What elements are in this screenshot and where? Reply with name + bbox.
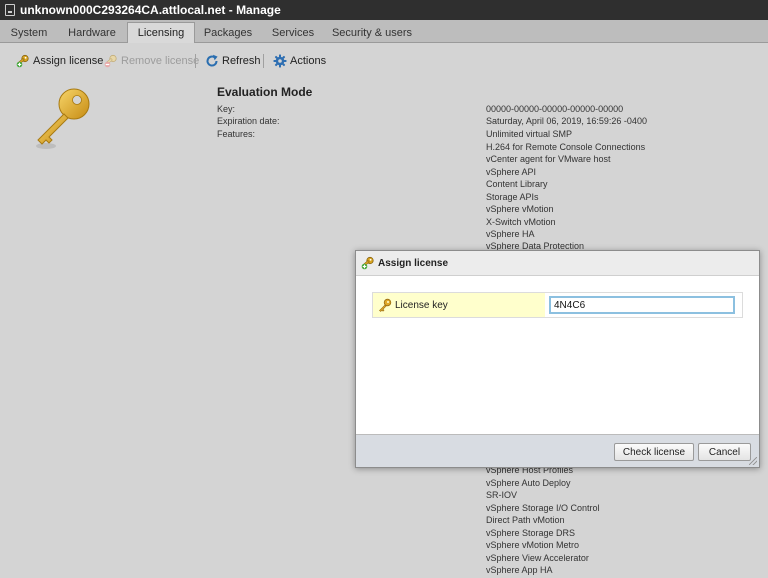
feature-item: vSphere Storage DRS bbox=[486, 528, 576, 538]
feature-item: Unlimited virtual SMP bbox=[486, 129, 573, 139]
assign-license-dialog: Assign license License key Check license… bbox=[355, 250, 760, 468]
dialog-body: License key bbox=[356, 276, 759, 434]
assign-license-label: Assign license bbox=[33, 55, 104, 67]
feature-item: vSphere API bbox=[486, 167, 537, 177]
feature-item: vSphere vMotion Metro bbox=[486, 540, 580, 550]
cancel-button[interactable]: Cancel bbox=[698, 443, 751, 461]
dialog-header: Assign license bbox=[356, 251, 759, 276]
feature-item: vSphere View Accelerator bbox=[486, 553, 589, 563]
features-label: Features: bbox=[217, 129, 256, 139]
feature-item: Content Library bbox=[486, 179, 548, 189]
expiration-value: Saturday, April 06, 2019, 16:59:26 -0400 bbox=[486, 116, 647, 126]
license-key-field-label: License key bbox=[373, 293, 545, 317]
remove-license-button[interactable]: Remove license bbox=[104, 54, 199, 68]
dialog-footer: Check license Cancel bbox=[356, 434, 759, 467]
tab-services[interactable]: Services bbox=[268, 24, 318, 42]
check-license-button[interactable]: Check license bbox=[614, 443, 694, 461]
gear-icon bbox=[273, 54, 287, 68]
feature-item: SR-IOV bbox=[486, 490, 518, 500]
feature-item: Storage APIs bbox=[486, 192, 539, 202]
license-key-value: 00000-00000-00000-00000-00000 bbox=[486, 104, 624, 114]
feature-item: vSphere vMotion bbox=[486, 204, 554, 214]
tab-security-users[interactable]: Security & users bbox=[330, 24, 414, 42]
tab-system[interactable]: System bbox=[4, 24, 54, 42]
dialog-title: Assign license bbox=[378, 257, 449, 269]
refresh-label: Refresh bbox=[222, 55, 261, 67]
host-icon bbox=[5, 4, 15, 16]
license-key-label-text: License key bbox=[395, 299, 448, 311]
key-add-icon bbox=[16, 54, 30, 68]
assign-license-button[interactable]: Assign license bbox=[16, 54, 103, 68]
feature-item: Direct Path vMotion bbox=[486, 515, 565, 525]
key-label: Key: bbox=[217, 104, 236, 114]
feature-item: vSphere HA bbox=[486, 229, 535, 239]
tab-packages[interactable]: Packages bbox=[200, 24, 256, 42]
license-key-input[interactable] bbox=[549, 296, 735, 314]
tab-hardware[interactable]: Hardware bbox=[62, 24, 122, 42]
feature-item: vSphere App HA bbox=[486, 565, 553, 575]
license-mode: Evaluation Mode bbox=[217, 85, 313, 99]
remove-license-label: Remove license bbox=[121, 55, 200, 67]
tab-licensing[interactable]: Licensing bbox=[127, 22, 195, 43]
window-title: unknown000C293264CA.attlocal.net - Manag… bbox=[20, 3, 281, 17]
toolbar-separator bbox=[195, 54, 196, 68]
license-key-icon bbox=[30, 86, 100, 156]
window-titlebar: unknown000C293264CA.attlocal.net - Manag… bbox=[0, 0, 768, 20]
toolbar-separator bbox=[263, 54, 264, 68]
resize-grip[interactable] bbox=[749, 457, 757, 465]
feature-item: vCenter agent for VMware host bbox=[486, 154, 611, 164]
key-remove-icon bbox=[104, 54, 118, 68]
toolbar: Assign license Remove license Refresh Ac… bbox=[0, 43, 768, 77]
feature-item: X-Switch vMotion bbox=[486, 217, 556, 227]
tab-bar: System Hardware Licensing Packages Servi… bbox=[0, 20, 768, 43]
key-add-icon bbox=[361, 256, 375, 270]
refresh-button[interactable]: Refresh bbox=[205, 54, 261, 68]
key-icon bbox=[378, 298, 392, 312]
actions-button[interactable]: Actions bbox=[273, 54, 326, 68]
feature-item: vSphere Storage I/O Control bbox=[486, 503, 600, 513]
license-key-row: License key bbox=[372, 292, 743, 318]
feature-item: H.264 for Remote Console Connections bbox=[486, 142, 646, 152]
feature-item: vSphere Auto Deploy bbox=[486, 478, 571, 488]
refresh-icon bbox=[205, 54, 219, 68]
actions-label: Actions bbox=[290, 55, 327, 67]
expiration-label: Expiration date: bbox=[217, 116, 280, 126]
